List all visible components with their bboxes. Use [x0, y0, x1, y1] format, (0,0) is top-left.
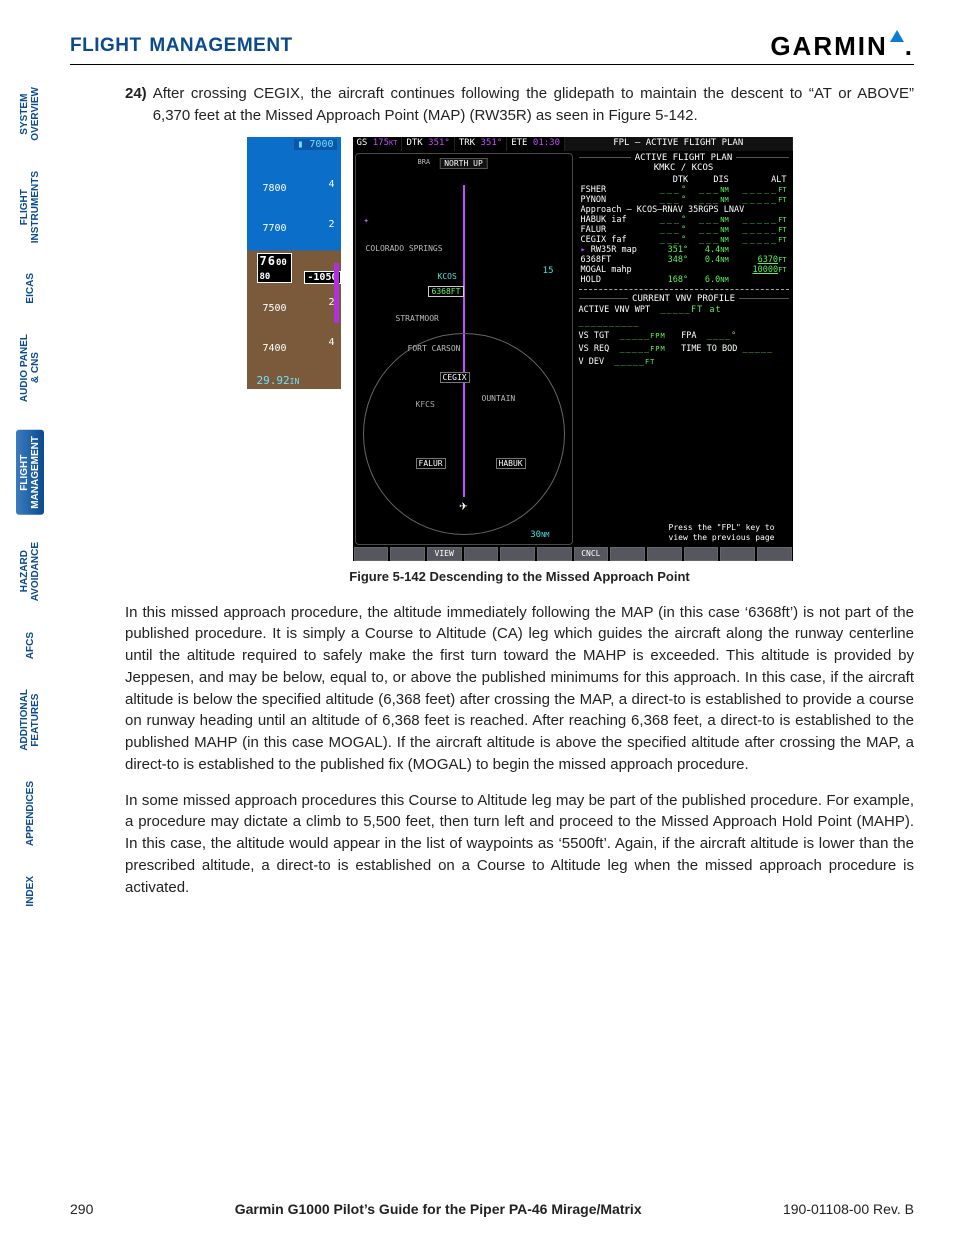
figure-5-142: ▮ 7000 7800 7700 7500 7400 4 2 2 4 76008… [125, 137, 914, 561]
doc-title: Garmin G1000 Pilot’s Guide for the Piper… [235, 1201, 642, 1217]
alt-label: 7400 [263, 343, 287, 354]
section-title: FLIGHT MANAGEMENT [70, 35, 293, 57]
table-row: MOGAL mahp10000FT [579, 265, 789, 275]
page-title-bar: FPL – ACTIVE FLIGHT PLAN [565, 137, 793, 151]
page-number: 290 [70, 1201, 93, 1217]
softkey[interactable] [537, 547, 572, 561]
waypoint-habuk: HABUK [496, 458, 526, 469]
softkey[interactable] [354, 547, 389, 561]
vs-scale: 4 [328, 337, 334, 348]
tab-appendices[interactable]: APPENDICES [25, 779, 36, 848]
vnv-title: CURRENT VNV PROFILE [632, 294, 735, 304]
tab-eicas[interactable]: EICAS [25, 271, 36, 306]
softkey[interactable] [610, 547, 645, 561]
vnv-altitude-box: 6368FT [428, 286, 465, 297]
logo-text: GARMIN [770, 31, 887, 62]
moving-map[interactable]: NORTH UP BRA COLORADO SPRINGS KCOS STRAT… [355, 153, 573, 545]
alt-label: 7700 [263, 223, 287, 234]
softkey[interactable] [720, 547, 755, 561]
table-row: FALUR___°___NM_____FT [579, 225, 789, 235]
logo-triangle-icon [890, 30, 904, 42]
softkey[interactable] [647, 547, 682, 561]
alt-label: 7800 [263, 183, 287, 194]
softkey[interactable] [464, 547, 499, 561]
map-city-label: COLORADO SPRINGS [366, 244, 443, 253]
softkey[interactable] [500, 547, 535, 561]
page-footer: 290 Garmin G1000 Pilot’s Guide for the P… [0, 1201, 954, 1217]
table-row: PYNON___°___NM_____FT [579, 195, 789, 205]
table-row: ▸ RW35R map351°4.4NM [579, 245, 789, 255]
tab-index[interactable]: INDEX [25, 874, 36, 909]
fpl-table: DTKDISALT FSHER___°___NM_____FT PYNON___… [579, 175, 789, 285]
table-row: FSHER___°___NM_____FT [579, 185, 789, 195]
map-city-label: STRATMOOR [396, 314, 439, 323]
tab-system-overview[interactable]: SYSTEM OVERVIEW [19, 85, 41, 143]
map-city-label: OUNTAIN [482, 394, 516, 403]
paragraph: In some missed approach procedures this … [125, 790, 914, 899]
softkey[interactable] [390, 547, 425, 561]
baro-setting: 29.92IN [257, 374, 300, 387]
north-up-icon: NORTH UP [439, 158, 488, 169]
body: 24) After crossing CEGIX, the aircraft c… [70, 83, 914, 898]
altitude-readout: 760080 [257, 253, 292, 283]
softkey-view[interactable]: VIEW [427, 547, 462, 561]
flight-plan-pane: ACTIVE FLIGHT PLAN KMKC / KCOS DTKDISALT… [575, 151, 793, 547]
vnv-profile: ACTIVE VNV WPT _____FT at __________ VS … [579, 304, 789, 369]
vs-bar-icon [334, 263, 339, 323]
softkey-bar: VIEW CNCL VNV [353, 547, 793, 561]
map-airport-label: KFCS [416, 400, 435, 409]
softkey[interactable] [684, 547, 719, 561]
mfd-display: GS 175KT DTK 351° TRK 351° ETE 01:30 FPL… [353, 137, 793, 561]
vs-scale: 2 [328, 219, 334, 230]
pfd-altitude-tape: ▮ 7000 7800 7700 7500 7400 4 2 2 4 76008… [247, 137, 341, 389]
ownship-icon: ✈ [459, 498, 467, 514]
map-airport-label: KCOS [438, 272, 457, 281]
step-24: 24) After crossing CEGIX, the aircraft c… [125, 83, 914, 127]
map-pane: NORTH UP BRA COLORADO SPRINGS KCOS STRAT… [353, 151, 575, 547]
table-row: 6368FT348°0.4NM6370FT [579, 255, 789, 265]
table-row: HOLD168°6.0NM [579, 275, 789, 285]
waypoint-falur: FALUR [416, 458, 446, 469]
scroll-hint: Press the "FPL" key toview the previous … [657, 523, 787, 543]
table-row: CEGIX faf___°___NM_____FT [579, 235, 789, 245]
table-row: HABUK iaf___°___NM_____FT [579, 215, 789, 225]
step-text: After crossing CEGIX, the aircraft conti… [153, 83, 914, 127]
approach-header: Approach – KCOS–RNAV 35RGPS LNAV [579, 205, 789, 215]
softkey[interactable] [757, 547, 792, 561]
alt-label: 7500 [263, 303, 287, 314]
tab-additional-features[interactable]: ADDITIONAL FEATURES [19, 687, 41, 753]
tab-hazard-avoidance[interactable]: HAZARD AVOIDANCE [19, 540, 41, 603]
vs-scale: 4 [328, 179, 334, 190]
doc-revision: 190-01108-00 Rev. B [783, 1201, 914, 1217]
tab-afcs[interactable]: AFCS [25, 630, 36, 661]
figure-caption: Figure 5-142 Descending to the Missed Ap… [125, 569, 914, 584]
mfd-header-bar: GS 175KT DTK 351° TRK 351° ETE 01:30 FPL… [353, 137, 793, 151]
tab-flight-management[interactable]: FLIGHT MANAGEMENT [16, 430, 44, 515]
step-number: 24) [125, 83, 147, 127]
range-value: 15 [543, 266, 554, 276]
fpl-route: KMKC / KCOS [579, 163, 789, 173]
tab-flight-instruments[interactable]: FLIGHT INSTRUMENTS [19, 169, 41, 245]
garmin-logo: GARMIN. [770, 30, 914, 62]
airport-icon: ✦ [364, 216, 369, 226]
softkey-cncl-vnv[interactable]: CNCL VNV [574, 547, 609, 561]
page-header: FLIGHT MANAGEMENT GARMIN. [70, 30, 914, 65]
map-city-label: FORT CARSON [408, 344, 461, 353]
divider [579, 289, 789, 290]
section-tabs: SYSTEM OVERVIEW FLIGHT INSTRUMENTS EICAS… [12, 85, 48, 908]
fpl-title: ACTIVE FLIGHT PLAN [635, 153, 733, 163]
waypoint-cegix: CEGIX [440, 372, 470, 383]
page: FLIGHT MANAGEMENT GARMIN. SYSTEM OVERVIE… [0, 0, 954, 1235]
tab-audio-panel-cns[interactable]: AUDIO PANEL & CNS [19, 332, 41, 404]
range-value: 30NM [530, 530, 549, 540]
logo-dot: . [905, 31, 914, 62]
paragraph: In this missed approach procedure, the a… [125, 602, 914, 776]
